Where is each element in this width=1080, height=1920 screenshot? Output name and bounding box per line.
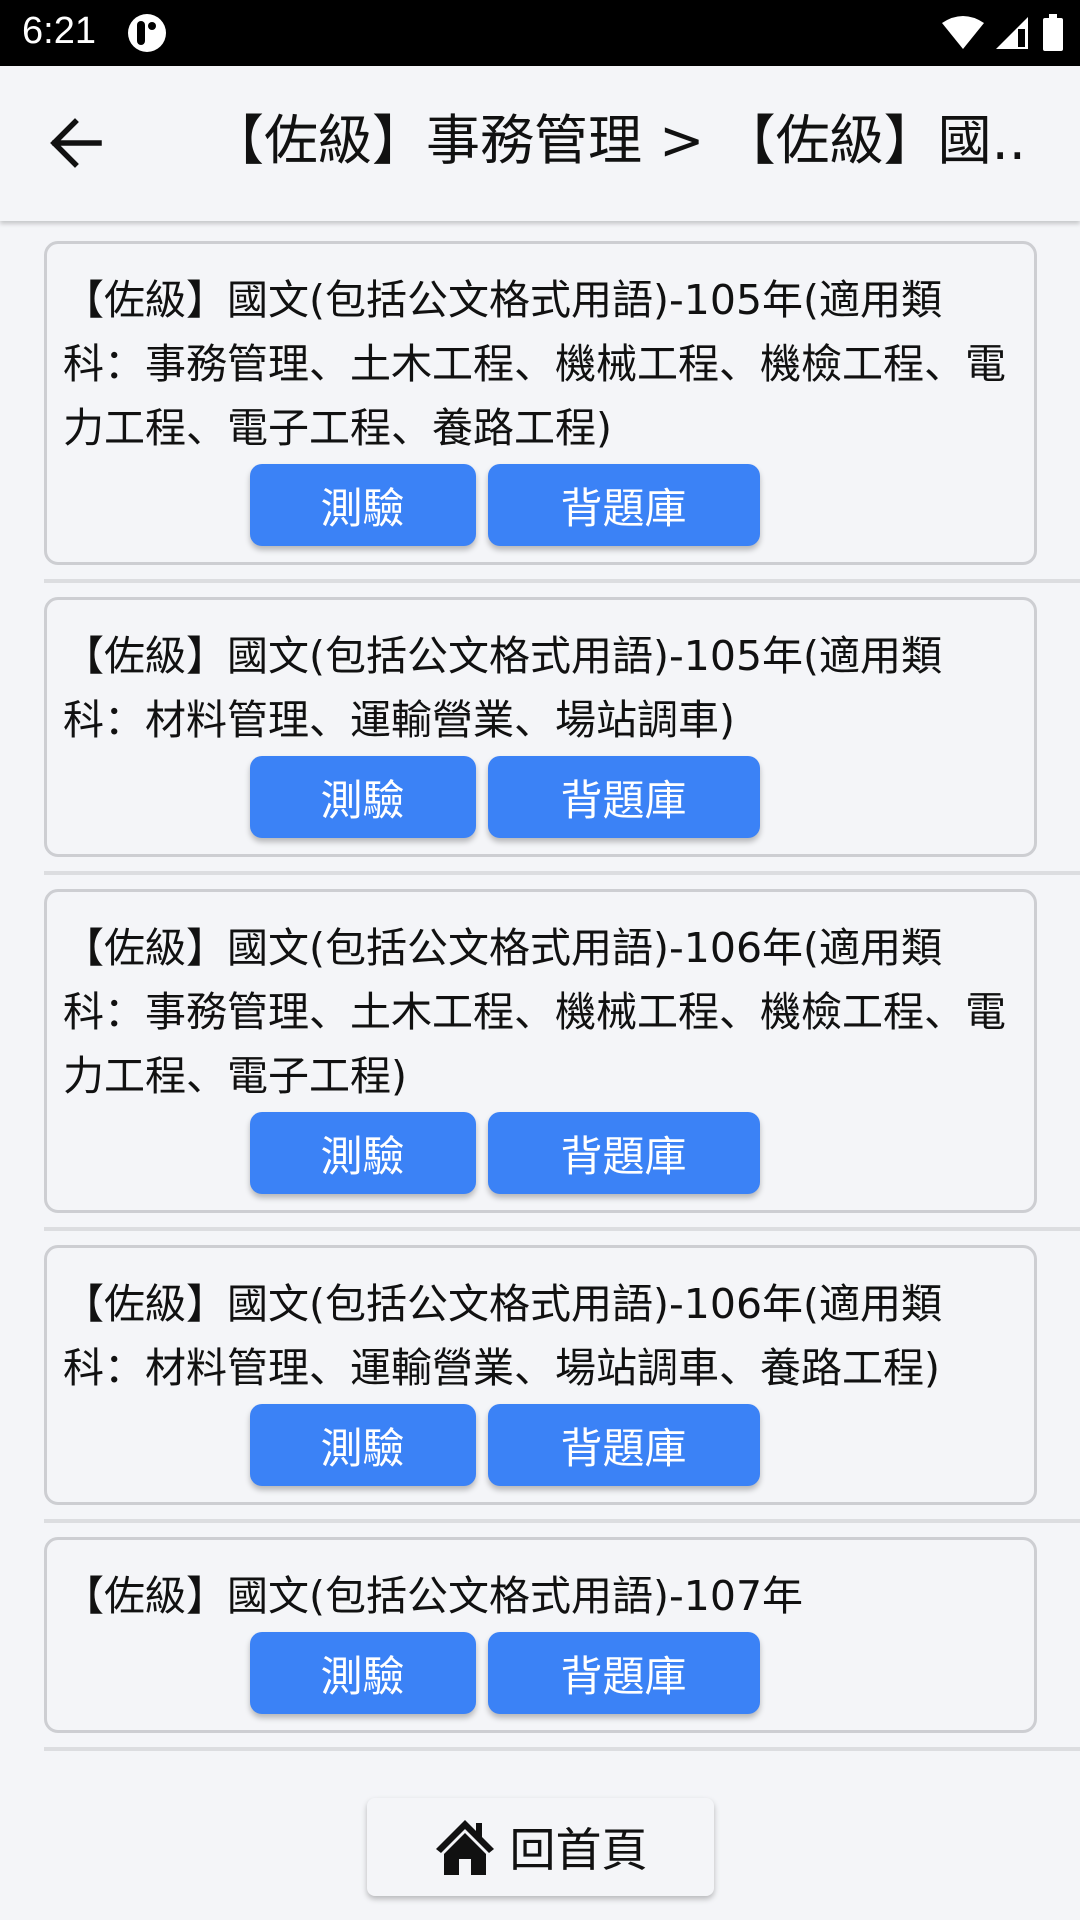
card-actions: 測驗 背題庫 (63, 1112, 1016, 1194)
battery-icon (1043, 14, 1063, 51)
home-icon (435, 1820, 494, 1875)
status-time: 6:21 (22, 10, 96, 52)
card-actions: 測驗 背題庫 (63, 756, 1016, 838)
card-actions: 測驗 背題庫 (63, 1632, 1016, 1714)
back-button[interactable] (40, 112, 112, 174)
test-button[interactable]: 測驗 (249, 1632, 476, 1714)
exam-card: 【佐級】國文(包括公文格式用語)-105年(適用類科：事務管理、土木工程、機械工… (44, 241, 1037, 565)
test-button[interactable]: 測驗 (249, 1404, 476, 1486)
exam-card: 【佐級】國文(包括公文格式用語)-105年(適用類科：材料管理、運輸營業、場站調… (44, 597, 1037, 857)
question-bank-button[interactable]: 背題庫 (487, 1632, 760, 1714)
app-bar: 【佐級】事務管理 > 【佐級】國... (0, 66, 1080, 221)
status-icons (942, 14, 1064, 52)
status-bar: 6:21 (0, 0, 1080, 66)
exam-title: 【佐級】國文(包括公文格式用語)-105年(適用類科：材料管理、運輸營業、場站調… (63, 632, 943, 744)
exam-card: 【佐級】國文(包括公文格式用語)-106年(適用類科：事務管理、土木工程、機械工… (44, 889, 1037, 1213)
list-item: 【佐級】國文(包括公文格式用語)-105年(適用類科：材料管理、運輸營業、場站調… (44, 597, 1080, 875)
cell-signal-icon (996, 17, 1028, 49)
app-notification-icon (128, 14, 166, 52)
exam-card: 【佐級】國文(包括公文格式用語)-106年(適用類科：材料管理、運輸營業、場站調… (44, 1245, 1037, 1505)
exam-title: 【佐級】國文(包括公文格式用語)-106年(適用類科：材料管理、運輸營業、場站調… (63, 1280, 943, 1392)
question-bank-button[interactable]: 背題庫 (487, 1404, 760, 1486)
question-bank-button[interactable]: 背題庫 (487, 1112, 760, 1194)
card-actions: 測驗 背題庫 (63, 464, 1016, 546)
exam-title: 【佐級】國文(包括公文格式用語)-105年(適用類科：事務管理、土木工程、機械工… (63, 276, 1006, 452)
question-bank-button[interactable]: 背題庫 (487, 464, 760, 546)
exam-list: 【佐級】國文(包括公文格式用語)-105年(適用類科：事務管理、土木工程、機械工… (0, 241, 1080, 1765)
home-label: 回首頁 (509, 1823, 648, 1877)
arrow-left-icon (50, 118, 102, 168)
list-item: 【佐級】國文(包括公文格式用語)-105年(適用類科：事務管理、土木工程、機械工… (44, 241, 1080, 583)
test-button[interactable]: 測驗 (249, 1112, 476, 1194)
home-button[interactable]: 回首頁 (367, 1798, 714, 1896)
list-item: 【佐級】國文(包括公文格式用語)-107年 測驗 背題庫 (44, 1537, 1080, 1751)
card-actions: 測驗 背題庫 (63, 1404, 1016, 1486)
page-title: 【佐級】事務管理 > 【佐級】國... (210, 109, 1030, 172)
list-item: 【佐級】國文(包括公文格式用語)-106年(適用類科：材料管理、運輸營業、場站調… (44, 1245, 1080, 1523)
test-button[interactable]: 測驗 (249, 464, 476, 546)
wifi-icon (942, 16, 984, 49)
test-button[interactable]: 測驗 (249, 756, 476, 838)
exam-card: 【佐級】國文(包括公文格式用語)-107年 測驗 背題庫 (44, 1537, 1037, 1733)
question-bank-button[interactable]: 背題庫 (487, 756, 760, 838)
exam-title: 【佐級】國文(包括公文格式用語)-106年(適用類科：事務管理、土木工程、機械工… (63, 924, 1006, 1100)
list-item: 【佐級】國文(包括公文格式用語)-106年(適用類科：事務管理、土木工程、機械工… (44, 889, 1080, 1231)
exam-title: 【佐級】國文(包括公文格式用語)-107年 (63, 1572, 804, 1620)
